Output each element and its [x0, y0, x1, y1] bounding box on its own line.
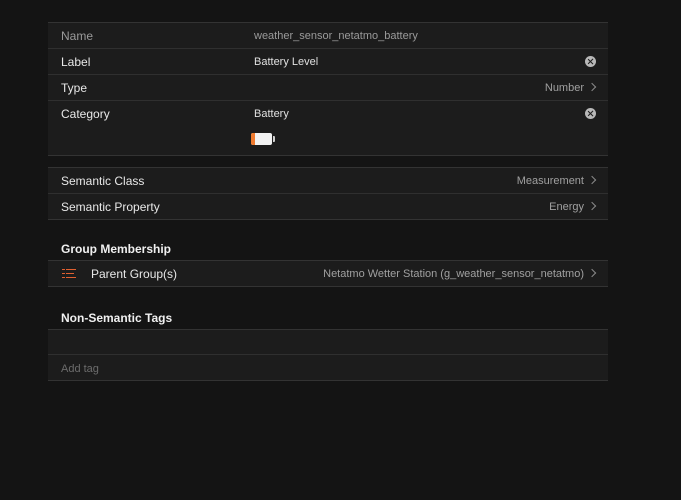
parent-groups-label: Parent Group(s) — [91, 267, 178, 281]
name-label: Name — [61, 29, 94, 43]
name-row: Name weather_sensor_netatmo_battery — [48, 23, 608, 49]
battery-fill — [251, 133, 256, 145]
type-value: Number — [544, 82, 584, 94]
type-label: Type — [61, 81, 88, 95]
chevron-right-icon — [587, 175, 597, 185]
tags-list: Add tag — [48, 329, 608, 381]
label-input[interactable]: Battery Level — [254, 56, 318, 68]
chevron-right-icon — [587, 82, 597, 92]
item-details-list: Name weather_sensor_netatmo_battery Labe… — [48, 22, 608, 156]
clear-label-icon[interactable] — [585, 56, 596, 67]
group-membership-title: Group Membership — [61, 242, 172, 256]
add-tag-input[interactable]: Add tag — [61, 363, 99, 375]
semantic-class-value: Measurement — [516, 175, 584, 187]
tags-chip-area — [48, 330, 608, 355]
chevron-right-icon — [587, 268, 597, 278]
semantic-class-label: Semantic Class — [61, 174, 145, 188]
parent-groups-value: Netatmo Wetter Station (g_weather_sensor… — [323, 268, 584, 280]
category-label: Category — [61, 107, 110, 121]
name-value: weather_sensor_netatmo_battery — [254, 30, 418, 42]
label-label: Label — [61, 55, 91, 69]
label-row[interactable]: Label Battery Level — [48, 49, 608, 75]
category-row[interactable]: Category Battery — [48, 101, 608, 155]
list-icon — [62, 269, 76, 279]
chevron-right-icon — [587, 201, 597, 211]
semantic-property-value: Energy — [549, 201, 584, 213]
add-tag-row[interactable]: Add tag — [48, 355, 608, 380]
non-semantic-tags-title: Non-Semantic Tags — [61, 311, 173, 325]
semantics-list: Semantic Class Measurement Semantic Prop… — [48, 167, 608, 220]
battery-tip — [273, 136, 275, 142]
type-row[interactable]: Type Number — [48, 75, 608, 101]
semantic-property-label: Semantic Property — [61, 200, 160, 214]
semantic-class-row[interactable]: Semantic Class Measurement — [48, 168, 608, 194]
group-membership-list: Parent Group(s) Netatmo Wetter Station (… — [48, 260, 608, 287]
battery-icon — [251, 133, 272, 145]
parent-groups-row[interactable]: Parent Group(s) Netatmo Wetter Station (… — [48, 261, 608, 286]
semantic-property-row[interactable]: Semantic Property Energy — [48, 194, 608, 219]
category-input[interactable]: Battery — [254, 108, 289, 120]
clear-category-icon[interactable] — [585, 108, 596, 119]
